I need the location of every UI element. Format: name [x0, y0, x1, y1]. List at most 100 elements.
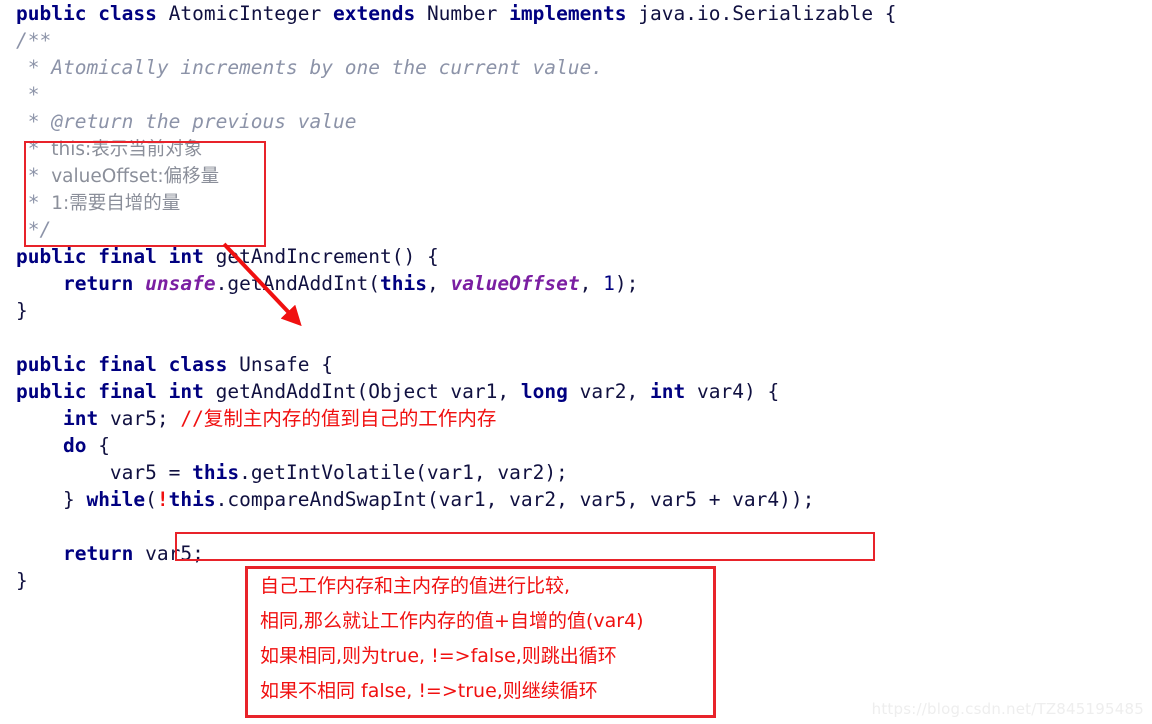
code-token: java.io.Serializable { [626, 2, 897, 25]
note-line: 如果不相同 false, !=>true,则继续循环 [260, 680, 598, 702]
code-line: * this:表示当前对象 [16, 135, 897, 162]
code-token: unsafe [145, 272, 216, 295]
code-line: public class AtomicInteger extends Numbe… [16, 0, 897, 27]
code-line: return var5; [16, 540, 897, 567]
code-line: public final int getAndIncrement() { [16, 243, 897, 270]
code-token: class [168, 353, 228, 376]
code-token: public [16, 2, 87, 25]
code-token: final [98, 353, 157, 376]
code-token: getAndIncrement() { [203, 245, 439, 268]
code-line: /** [16, 27, 897, 54]
code-token: var2, [567, 380, 651, 403]
code-line: */ [16, 216, 897, 243]
code-line [16, 513, 897, 540]
code-token: var5; [98, 407, 181, 430]
note-line: 如果相同,则为true, !=>false,则跳出循环 [260, 645, 617, 667]
code-token: ); [790, 488, 815, 511]
code-token: public [16, 353, 87, 376]
code-token: .getIntVolatile(var1, var2); [239, 461, 568, 484]
code-token: } [16, 569, 28, 592]
code-token: Number [415, 2, 510, 25]
code-token: class [98, 2, 157, 25]
code-line: * Atomically increments by one the curre… [16, 54, 897, 81]
code-token: 1:需要自增的量 [51, 193, 181, 214]
code-token: ( [145, 488, 157, 511]
code-token: public [16, 245, 87, 268]
code-token: var5; [133, 542, 204, 565]
code-token: long [520, 380, 568, 403]
code-line: do { [16, 432, 897, 459]
code-line: public final class Unsafe { [16, 351, 897, 378]
code-token: 1 [603, 272, 615, 295]
code-line: } [16, 297, 897, 324]
code-token: extends [333, 2, 416, 25]
code-token: .getAndAddInt( [215, 272, 380, 295]
code-token: final [98, 245, 157, 268]
code-token: //复制主内存的值到自己的工作内存 [180, 407, 497, 430]
code-line: return unsafe.getAndAddInt(this, valueOf… [16, 270, 897, 297]
code-token: final [98, 380, 157, 403]
code-token: /** [16, 29, 52, 52]
code-token: valueOffset [450, 272, 580, 295]
code-token: , [426, 272, 451, 295]
cas-explanation-note-box: 自己工作内存和主内存的值进行比较, 相同,那么就让工作内存的值+自增的值(var… [245, 566, 716, 718]
code-token: * Atomically increments by one the curre… [16, 56, 603, 79]
code-line: public final int getAndAddInt(Object var… [16, 378, 897, 405]
code-token: , [579, 272, 604, 295]
code-token: int [650, 380, 686, 403]
code-line: * [16, 81, 897, 108]
code-token: int [168, 245, 204, 268]
code-token: this:表示当前对象 [51, 139, 203, 160]
code-token: this [168, 488, 216, 511]
code-token: .compareAndSwapInt(var1, var2, var5, var… [215, 488, 791, 511]
code-token: int [62, 407, 99, 430]
code-token: { [86, 434, 110, 457]
code-token: int [168, 380, 204, 403]
code-line: * @return the previous value [16, 108, 897, 135]
code-token: public [16, 380, 87, 403]
code-token: return [62, 272, 134, 295]
note-line: 自己工作内存和主内存的值进行比较, [260, 575, 571, 597]
code-line: int var5; //复制主内存的值到自己的工作内存 [16, 405, 897, 432]
code-token: } [16, 488, 87, 511]
code-token: AtomicInteger [156, 2, 334, 25]
code-token: } [16, 299, 28, 322]
code-token: getAndAddInt(Object var1, [203, 380, 521, 403]
code-token: * [16, 137, 52, 160]
code-token: implements [509, 2, 627, 25]
java-code-block: public class AtomicInteger extends Numbe… [16, 0, 897, 594]
screenshot-canvas: public class AtomicInteger extends Numbe… [0, 0, 1152, 724]
note-line: 相同,那么就让工作内存的值+自增的值(var4) [260, 610, 644, 632]
code-token: ! [156, 488, 169, 511]
code-token: do [62, 434, 87, 457]
code-token: ); [614, 272, 639, 295]
code-token: this [380, 272, 427, 295]
code-line [16, 324, 897, 351]
code-token: * [16, 164, 52, 187]
code-line: * 1:需要自增的量 [16, 189, 897, 216]
code-token: * @return the previous value [16, 110, 357, 133]
code-token: valueOffset:偏移量 [51, 166, 220, 187]
code-token: return [62, 542, 134, 565]
code-token: while [86, 488, 146, 511]
code-line: var5 = this.getIntVolatile(var1, var2); [16, 459, 897, 486]
code-line: * valueOffset:偏移量 [16, 162, 897, 189]
code-token: Unsafe { [227, 353, 334, 376]
code-token: var5 = [16, 461, 193, 484]
code-line: } while(!this.compareAndSwapInt(var1, va… [16, 486, 897, 513]
code-token: this [192, 461, 240, 484]
